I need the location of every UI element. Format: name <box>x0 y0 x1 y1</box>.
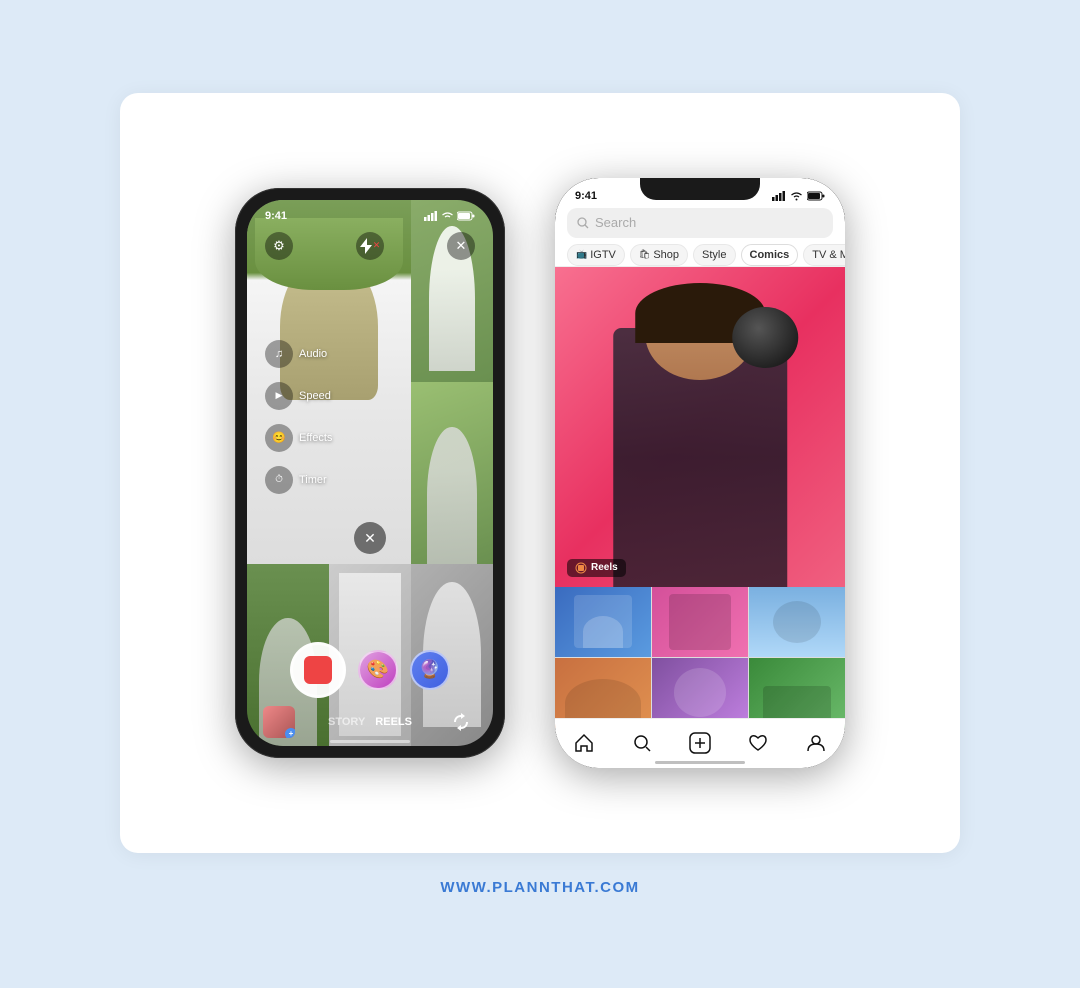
camera-top-icons: ⚙ ✕ ✕ <box>247 232 493 260</box>
tab-tv-movie[interactable]: TV & Movi… <box>803 244 845 266</box>
audio-label: Audio <box>299 348 327 360</box>
hero-image: Reels <box>555 267 845 587</box>
nav-add[interactable] <box>682 725 718 761</box>
effect-2[interactable]: 🔮 <box>410 650 450 690</box>
reels-icon <box>575 562 587 574</box>
tab-shop[interactable]: 🛍 Shop <box>630 244 688 266</box>
home-icon <box>574 733 594 753</box>
add-icon <box>689 732 711 754</box>
tv-movie-label: TV & Movi… <box>812 249 845 261</box>
speed-icon: ▶ <box>265 382 293 410</box>
tab-comics[interactable]: Comics <box>741 244 799 266</box>
shutter-button[interactable] <box>290 642 346 698</box>
settings-icon[interactable]: ⚙ <box>265 232 293 260</box>
gallery-thumb[interactable]: + <box>263 706 295 738</box>
phone-left: 9:41 ⚙ ✕ ✕ ♫ Audio <box>235 188 505 758</box>
shop-label: Shop <box>653 249 679 261</box>
mode-labels: STORY REELS <box>328 716 412 728</box>
wifi-icon-right <box>790 191 803 201</box>
reels-mode[interactable]: REELS <box>375 716 412 728</box>
timer-tool[interactable]: ⏱ Timer <box>265 466 332 494</box>
website-url: WWW.PLANNTHAT.COM <box>440 879 639 896</box>
flash-icon[interactable]: ✕ <box>356 232 384 260</box>
effect-1[interactable]: 🎨 <box>358 650 398 690</box>
main-card: 9:41 ⚙ ✕ ✕ ♫ Audio <box>120 93 960 853</box>
category-tabs: 📺 IGTV 🛍 Shop Style Comics TV & Movi… <box>555 244 845 267</box>
notch <box>640 178 760 200</box>
igtv-label: IGTV <box>590 249 616 261</box>
hero-person <box>591 283 809 587</box>
status-bar-left: 9:41 <box>247 204 493 224</box>
tab-igtv[interactable]: 📺 IGTV <box>567 244 625 266</box>
search-bar[interactable]: Search <box>567 208 833 238</box>
wifi-icon <box>441 211 454 221</box>
time-left: 9:41 <box>265 210 287 222</box>
nav-profile[interactable] <box>798 725 834 761</box>
profile-icon <box>806 733 826 753</box>
reels-badge: Reels <box>567 559 626 577</box>
audio-tool[interactable]: ♫ Audio <box>265 340 332 368</box>
igtv-icon: 📺 <box>576 249 587 260</box>
speed-label: Speed <box>299 390 331 402</box>
signal-icon-right <box>772 191 786 201</box>
thumb-3 <box>749 587 845 657</box>
search-placeholder: Search <box>595 215 636 230</box>
reels-label: Reels <box>591 562 618 573</box>
camera-flip-button[interactable] <box>445 706 477 738</box>
comics-label: Comics <box>750 249 790 261</box>
flip-icon <box>450 711 472 733</box>
speed-tool[interactable]: ▶ Speed <box>265 382 332 410</box>
audio-icon: ♫ <box>265 340 293 368</box>
thumbnail-grid <box>555 587 845 728</box>
battery-icon-right <box>807 191 825 201</box>
story-mode[interactable]: STORY <box>328 716 365 728</box>
camera-bottom-nav: + STORY REELS <box>247 706 493 738</box>
thumb-1 <box>555 587 651 657</box>
center-x-button[interactable]: ✕ <box>354 522 386 554</box>
lightning-icon <box>360 238 372 254</box>
status-icons-left <box>424 211 475 221</box>
hero-background <box>555 267 845 587</box>
search-nav-icon <box>632 733 652 753</box>
effects-icon: 😊 <box>265 424 293 452</box>
nav-heart[interactable] <box>740 725 776 761</box>
nav-search[interactable] <box>624 725 660 761</box>
thumb-2 <box>652 587 748 657</box>
record-indicator <box>304 656 332 684</box>
close-icon[interactable]: ✕ <box>447 232 475 260</box>
timer-label: Timer <box>299 474 327 486</box>
side-tools: ♫ Audio ▶ Speed 😊 Effects ⏱ Timer <box>265 340 332 494</box>
shop-icon: 🛍 <box>639 249 650 260</box>
camera-shutter-area: 🎨 🔮 <box>247 642 493 698</box>
effects-tool[interactable]: 😊 Effects <box>265 424 332 452</box>
timer-icon: ⏱ <box>265 466 293 494</box>
style-label: Style <box>702 249 726 261</box>
gallery-plus-icon: + <box>285 728 295 738</box>
home-indicator-right <box>655 761 745 764</box>
nav-home[interactable] <box>566 725 602 761</box>
effects-label: Effects <box>299 432 332 444</box>
heart-icon <box>748 733 768 753</box>
phone-right: 9:41 Search 📺 IGTV 🛍 <box>555 178 845 768</box>
signal-icon <box>424 211 438 221</box>
home-indicator-left <box>330 740 410 743</box>
battery-icon <box>457 211 475 221</box>
time-right: 9:41 <box>575 190 597 202</box>
search-icon <box>577 217 589 229</box>
status-icons-right <box>772 191 825 201</box>
tab-style[interactable]: Style <box>693 244 735 266</box>
